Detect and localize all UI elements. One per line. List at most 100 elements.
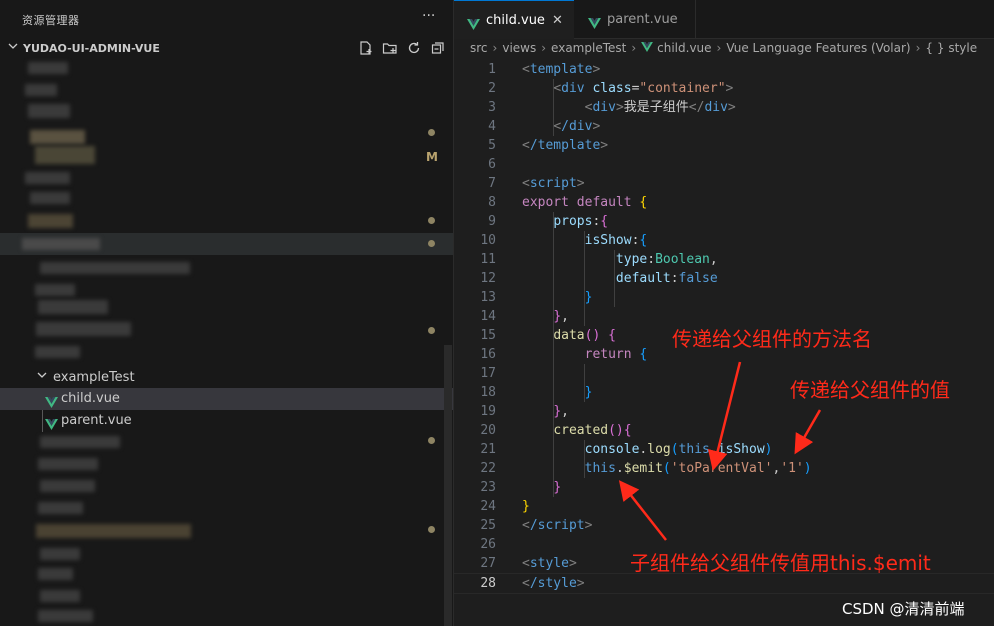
project-header[interactable]: YUDAO-UI-ADMIN-VUE: [0, 38, 453, 60]
code-line: 8 export default {: [454, 193, 994, 212]
line-number: 5: [488, 138, 496, 153]
refresh-icon[interactable]: [406, 40, 422, 56]
line-number: 2: [488, 81, 496, 96]
code-token: type: [615, 252, 648, 267]
annotation-summary: 子组件给父组件传值用this.$emit: [630, 551, 931, 575]
code-token: '1': [780, 461, 804, 476]
code-token: /script: [529, 518, 585, 533]
blurred-tree-item: [40, 548, 80, 560]
chevron-right-icon: ›: [631, 41, 637, 55]
blurred-tree-item: [28, 104, 70, 118]
new-file-icon[interactable]: [358, 40, 374, 56]
explorer-title: 资源管理器: [22, 14, 80, 27]
chevron-right-icon: ›: [716, 41, 722, 55]
code-line: 2 <div class="container">: [454, 79, 994, 98]
line-number: 20: [480, 423, 496, 438]
blurred-tree-item: [22, 238, 100, 250]
code-line: 3 <div>我是子组件</div>: [454, 98, 994, 117]
line-number: 14: [480, 309, 496, 324]
breadcrumb-item[interactable]: { } style: [925, 41, 977, 55]
line-number: 8: [488, 195, 496, 210]
code-line: 22 this.$emit('toParentVal','1'): [454, 459, 994, 478]
new-folder-icon[interactable]: [382, 40, 398, 56]
more-actions-icon[interactable]: ···: [422, 8, 435, 24]
chevron-down-icon: [8, 41, 18, 54]
vue-file-icon: [45, 415, 58, 434]
line-number: 23: [480, 480, 496, 495]
code-line: 24}: [454, 497, 994, 516]
blurred-tree-item: [40, 480, 95, 492]
line-number: 7: [488, 176, 496, 191]
blurred-tree-item: [35, 284, 75, 296]
code-line: 5 </template>: [454, 136, 994, 155]
line-number: 11: [480, 252, 496, 267]
chevron-right-icon: ›: [541, 41, 547, 55]
line-number: 19: [480, 404, 496, 419]
blurred-tree-item: [38, 300, 108, 314]
code-line: 20 created(){: [454, 421, 994, 440]
breadcrumb-item[interactable]: child.vue: [657, 41, 711, 55]
line-number: 28: [480, 576, 496, 591]
code-token: /style: [529, 576, 577, 591]
chevron-right-icon: ›: [492, 41, 498, 55]
code-line: 12 default:false: [454, 269, 994, 288]
code-token: default: [615, 271, 671, 286]
code-line: 11 type:Boolean,: [454, 250, 994, 269]
blurred-tree-item: [28, 214, 73, 228]
code-token: Boolean: [655, 252, 710, 267]
breadcrumb-item[interactable]: Vue Language Features (Volar): [726, 41, 910, 55]
sidebar-scrollbar[interactable]: [444, 345, 452, 626]
modified-dot-icon: [428, 437, 435, 444]
line-number: 10: [480, 233, 496, 248]
blurred-tree-item: [36, 524, 191, 538]
file-label: parent.vue: [61, 413, 132, 428]
blurred-tree-item: [30, 192, 70, 204]
explorer-sidebar: 资源管理器 ··· YUDAO-UI-ADMIN-VUE M exampleTe…: [0, 0, 454, 626]
line-number: 21: [480, 442, 496, 457]
code-line: 13 }: [454, 288, 994, 307]
line-number: 17: [480, 366, 496, 381]
code-line: 1 <template>: [454, 60, 994, 79]
line-number: 13: [480, 290, 496, 305]
code-token: console: [584, 442, 640, 457]
breadcrumb: src › views › exampleTest › child.vue › Vue Lang…: [470, 41, 977, 55]
code-token: "container": [639, 81, 726, 96]
code-token: created: [553, 423, 609, 438]
code-token: export: [522, 195, 569, 210]
line-number: 1: [488, 62, 496, 77]
blurred-tree-item: [40, 262, 190, 274]
tab-child-vue[interactable]: child.vue ✕: [454, 0, 574, 39]
collapse-all-icon[interactable]: [430, 40, 446, 56]
line-number: 3: [488, 100, 496, 115]
line-number: 18: [480, 385, 496, 400]
chevron-right-icon: ›: [915, 41, 921, 55]
breadcrumb-item[interactable]: exampleTest: [551, 41, 626, 55]
blurred-tree-item: [36, 322, 131, 336]
line-number: 24: [480, 499, 496, 514]
tab-parent-vue[interactable]: parent.vue: [575, 0, 696, 38]
line-number: 26: [480, 537, 496, 552]
code-token: class: [592, 81, 632, 96]
tree-file-parent-vue[interactable]: parent.vue: [0, 410, 453, 432]
blurred-tree-item: [38, 610, 93, 622]
code-token: return: [584, 347, 632, 362]
code-token: data: [553, 328, 585, 343]
code-line: 6: [454, 155, 994, 174]
code-token: isShow: [584, 233, 632, 248]
blurred-tree-item: [35, 146, 95, 164]
breadcrumb-item[interactable]: src: [470, 41, 488, 55]
blurred-tree-item: [38, 458, 98, 470]
breadcrumb-item[interactable]: views: [502, 41, 536, 55]
code-token: this: [584, 461, 616, 476]
code-line: 19 },: [454, 402, 994, 421]
modified-dot-icon: [428, 526, 435, 533]
tree-file-child-vue[interactable]: child.vue: [0, 388, 453, 410]
code-token: default: [576, 195, 632, 210]
modified-dot-icon: [428, 327, 435, 334]
code-line: 10 isShow:{: [454, 231, 994, 250]
code-token: isShow: [717, 442, 765, 457]
code-token: /div: [561, 119, 593, 134]
tree-folder-exampletest[interactable]: exampleTest: [0, 366, 453, 388]
file-label: child.vue: [61, 391, 120, 406]
close-icon[interactable]: ✕: [552, 13, 563, 28]
